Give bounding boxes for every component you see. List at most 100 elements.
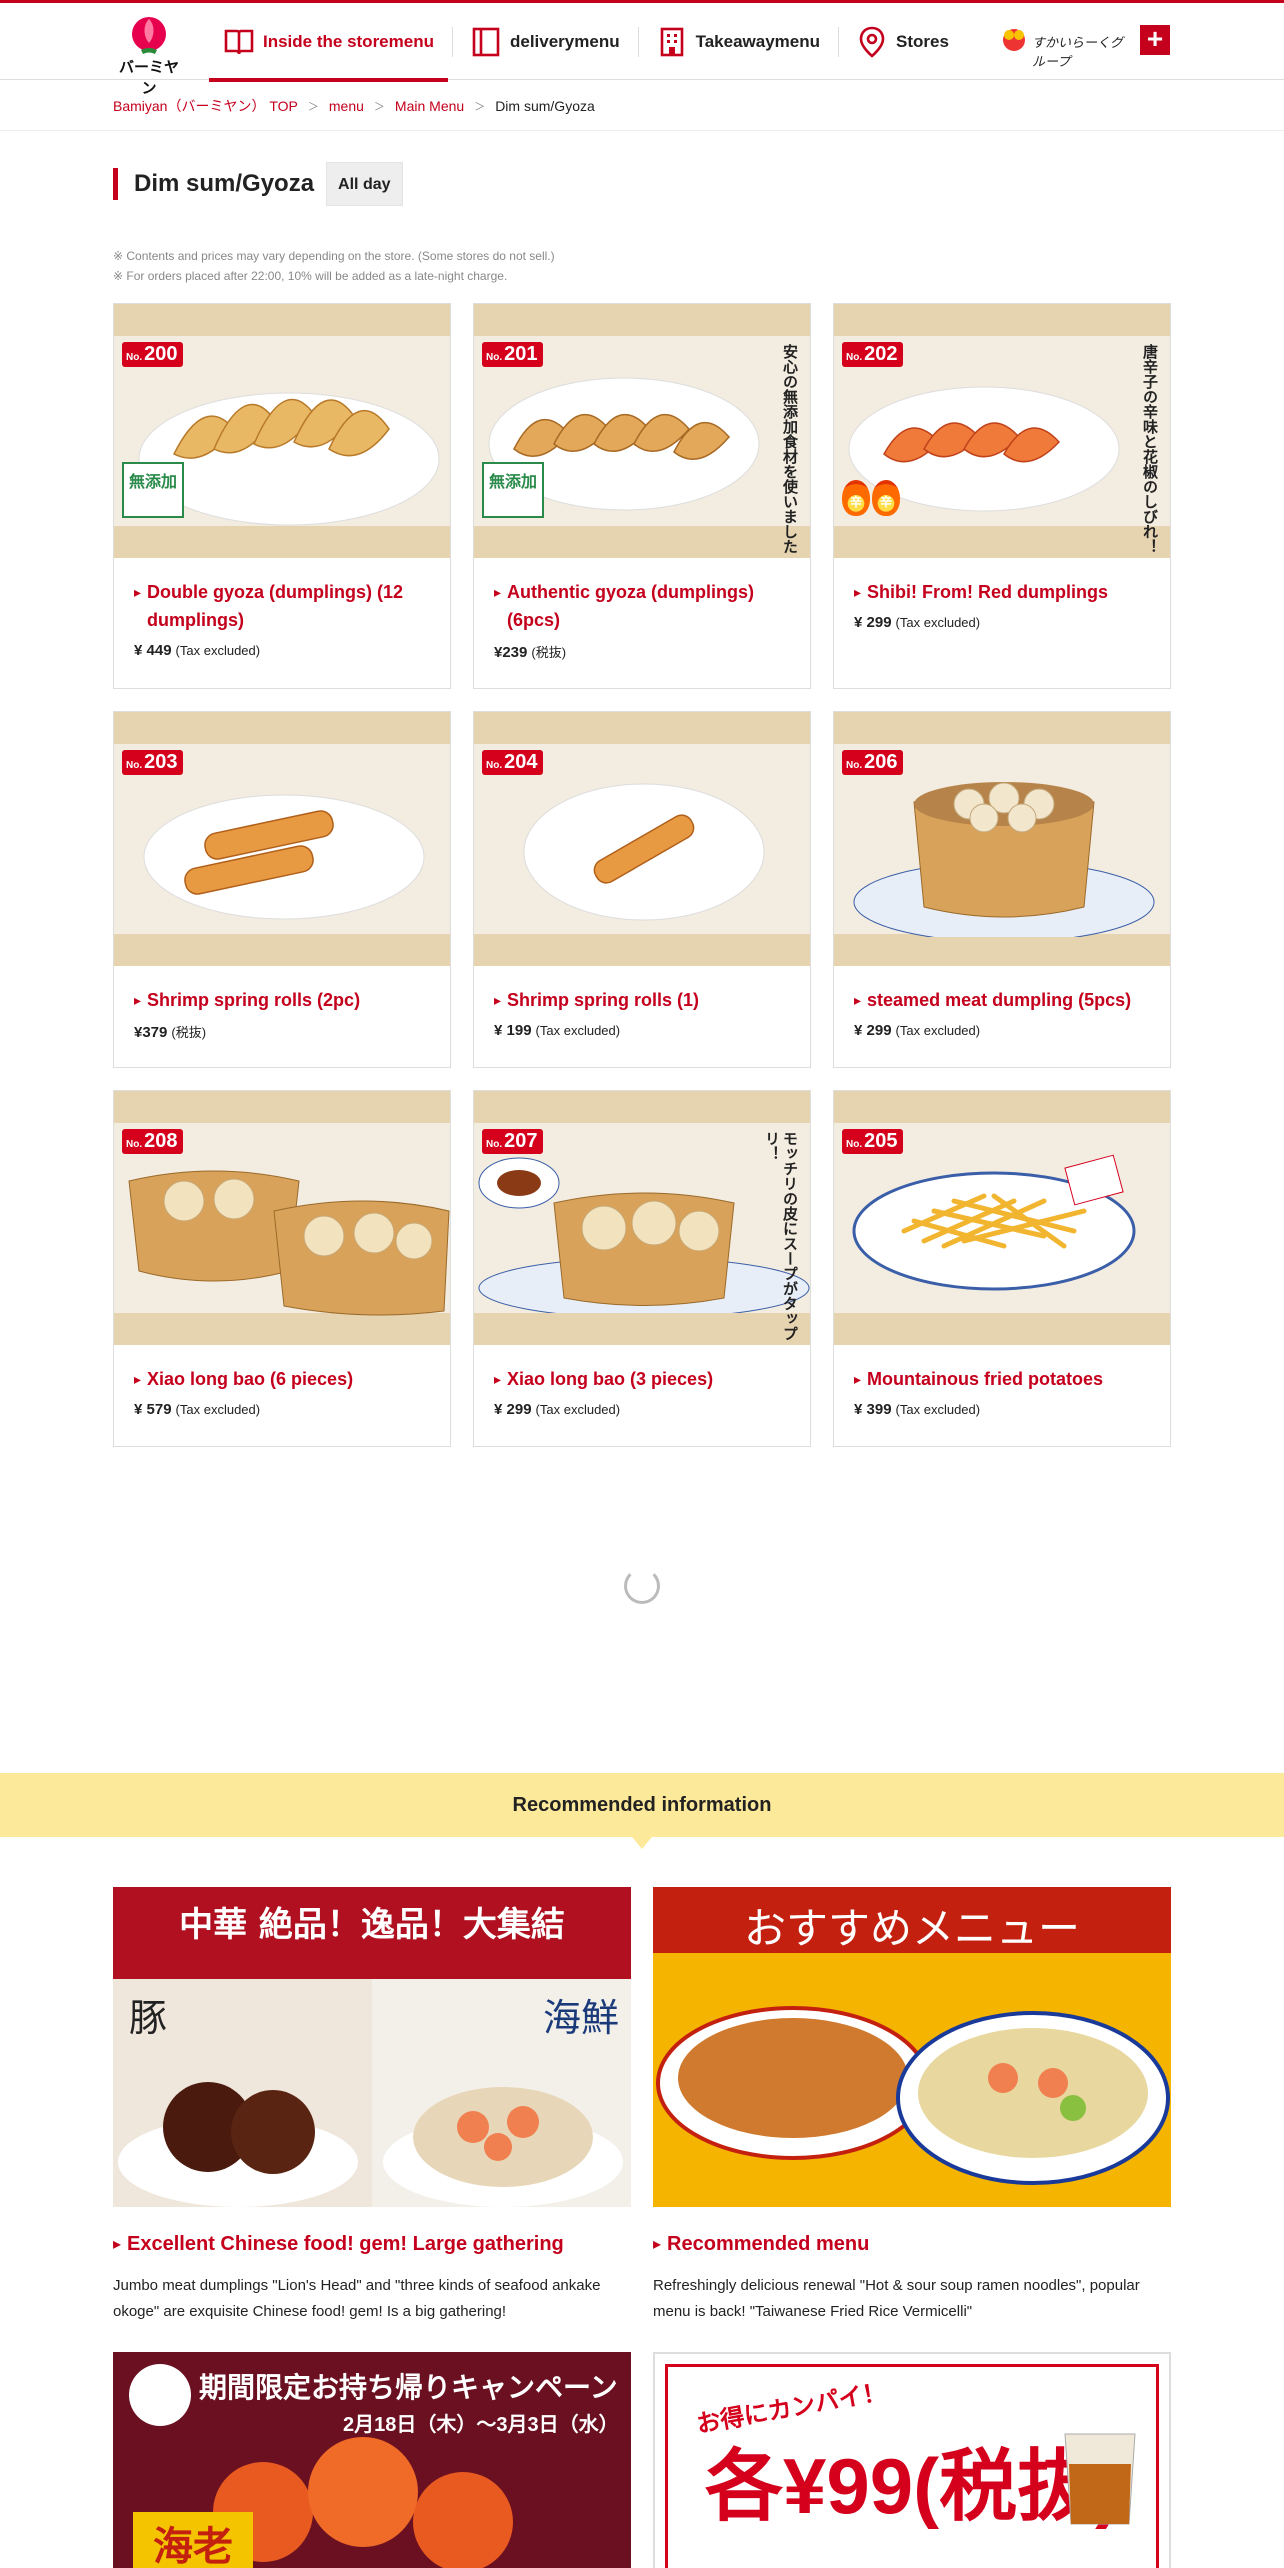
item-price: ¥239 (税抜) xyxy=(494,644,567,661)
item-name[interactable]: Shrimp spring rolls (2pc) xyxy=(134,986,432,1014)
additive-free-badge: 無添加 xyxy=(482,462,544,518)
banner-image[interactable]: お得にカンパイ！ 各¥99(税抜) xyxy=(653,2352,1171,2568)
page-title-text: Dim sum/Gyoza xyxy=(134,170,315,197)
menu-image: No. 200 無添加 xyxy=(114,304,450,558)
nav-label: deliverymenu xyxy=(509,31,620,51)
menu-card[interactable]: No.202 唐辛子の辛味と花椒のしびれ！ 辛辛 Shibi! From! Re… xyxy=(833,303,1171,689)
banner-title: 中華 絶品！逸品！大集結 xyxy=(179,1905,565,1945)
item-number: No. 201 xyxy=(482,342,544,367)
banner-image[interactable]: おすすめメニュー xyxy=(653,1887,1171,2207)
menu-image: No. 202 唐辛子の辛味と花椒のしびれ！ 辛辛 xyxy=(834,304,1170,558)
item-number: No. 202 xyxy=(842,342,904,367)
nav-stores[interactable]: Stores xyxy=(838,3,967,80)
group-logo-text: すかいらーくグループ xyxy=(1032,36,1124,70)
item-catchphrase: モッチリの皮にスープがタップリ！ xyxy=(763,1131,798,1341)
nav-label: Inside the storemenu xyxy=(263,31,434,51)
recommended-item[interactable]: 中華 絶品！逸品！大集結 豚 海鮮 Excellent Chinese food… xyxy=(113,1887,631,2325)
recommended-item[interactable]: お得にカンパイ！ 各¥99(税抜) xyxy=(653,2352,1171,2568)
book-icon xyxy=(223,26,255,58)
menu-card[interactable]: No.204 Shrimp spring rolls (1) ¥ 199(Tax… xyxy=(473,711,811,1068)
book-outline-icon xyxy=(470,26,502,58)
item-name[interactable]: steamed meat dumpling (5pcs) xyxy=(854,986,1152,1014)
spicy-icon: 辛辛 xyxy=(842,480,900,516)
loading-spinner-icon xyxy=(624,1568,660,1604)
breadcrumb: Bamiyan（バーミヤン） TOP ＞ menu ＞ Main Menu ＞ … xyxy=(113,96,595,116)
nav-inside-store-menu[interactable]: Inside the storemenu xyxy=(205,3,452,82)
page-title: Dim sum/Gyoza All day xyxy=(113,162,403,206)
menu-card[interactable]: No.203 Shrimp spring rolls (2pc) ¥379(税抜… xyxy=(113,711,451,1068)
menu-image: No. 205 xyxy=(834,1091,1170,1345)
item-name[interactable]: Mountainous fried potatoes xyxy=(854,1365,1152,1393)
skylark-group-logo[interactable]: すかいらーくグループ xyxy=(998,21,1130,70)
item-number: No. 207 xyxy=(482,1129,544,1154)
building-icon xyxy=(656,26,688,58)
recommended-title[interactable]: Excellent Chinese food! gem! Large gathe… xyxy=(113,2233,631,2257)
item-name[interactable]: Shrimp spring rolls (1) xyxy=(494,986,792,1014)
time-tag: All day xyxy=(326,162,403,206)
note-line: ※ For orders placed after 22:00, 10% wil… xyxy=(113,269,508,283)
breadcrumb-separator-icon: ＞ xyxy=(373,101,385,113)
menu-card[interactable]: No.201 安心の無添加食材を使いました 無添加 Authentic gyoz… xyxy=(473,303,811,689)
menu-card[interactable]: No.205 Mountainous fried potatoes ¥ 399(… xyxy=(833,1090,1171,1447)
menu-image: No. 207 モッチリの皮にスープがタップリ！ xyxy=(474,1091,810,1345)
open-menu-plus-button[interactable]: + xyxy=(1140,25,1170,55)
item-catchphrase: 唐辛子の辛味と花椒のしびれ！ xyxy=(1141,344,1158,554)
item-name[interactable]: Xiao long bao (3 pieces) xyxy=(494,1365,792,1393)
nav-label: Stores xyxy=(896,31,949,51)
recommended-heading: Recommended information xyxy=(0,1773,1284,1849)
main-nav: Inside the storemenu deliverymenu Takeaw… xyxy=(205,3,967,82)
item-number: No. 205 xyxy=(842,1129,904,1154)
banner-title: 期間限定お持ち帰りキャンペーン xyxy=(199,2372,618,2403)
menu-card[interactable]: No.208 Xiao long bao (6 pieces) ¥ 579(Ta… xyxy=(113,1090,451,1447)
item-price: ¥379 (税抜) xyxy=(134,1024,207,1041)
item-name[interactable]: Authentic gyoza (dumplings) (6pcs) xyxy=(494,578,792,634)
banner-title: おすすめメニュー xyxy=(743,1904,1080,1953)
nav-label: Takeawaymenu xyxy=(695,31,821,51)
item-price: ¥ 579 (Tax excluded) xyxy=(134,1401,261,1418)
menu-image: No. 206 xyxy=(834,712,1170,966)
item-catchphrase: 安心の無添加食材を使いました xyxy=(781,344,798,554)
menu-image: No. 201 安心の無添加食材を使いました 無添加 xyxy=(474,304,810,558)
menu-card[interactable]: No.200 無添加 Double gyoza (dumplings) (12 … xyxy=(113,303,451,689)
recommended-title[interactable]: Recommended menu xyxy=(653,2233,1171,2257)
menu-card[interactable]: No.207 モッチリの皮にスープがタップリ！ Xiao long bao (3… xyxy=(473,1090,811,1447)
item-number: No. 208 xyxy=(122,1129,184,1154)
breadcrumb-separator-icon: ＞ xyxy=(307,101,319,113)
menu-image: No. 208 xyxy=(114,1091,450,1345)
nav-takeaway-menu[interactable]: Takeawaymenu xyxy=(637,3,838,80)
breadcrumb-menu[interactable]: menu xyxy=(329,98,364,114)
map-pin-icon xyxy=(856,26,888,58)
item-price: ¥ 199 (Tax excluded) xyxy=(494,1022,621,1039)
item-price: ¥ 299 (Tax excluded) xyxy=(494,1401,621,1418)
item-number: No. 204 xyxy=(482,750,544,775)
banner-image[interactable]: 期間限定お持ち帰りキャンペーン 2月18日（木）〜3月3日（水）まで 海老 xyxy=(113,2352,631,2568)
menu-card[interactable]: No.206 steamed meat dumpling (5pcs) ¥ 29… xyxy=(833,711,1171,1068)
logo-text: バーミヤン xyxy=(118,59,179,97)
item-name[interactable]: Shibi! From! Red dumplings xyxy=(854,578,1152,606)
recommended-item[interactable]: 期間限定お持ち帰りキャンペーン 2月18日（木）〜3月3日（水）まで 海老 xyxy=(113,2352,631,2568)
breadcrumb-current: Dim sum/Gyoza xyxy=(495,98,595,114)
recommended-item[interactable]: おすすめメニュー Recommended menu Refreshingly d… xyxy=(653,1887,1171,2325)
banner-image[interactable]: 中華 絶品！逸品！大集結 豚 海鮮 xyxy=(113,1887,631,2207)
breadcrumb-top[interactable]: Bamiyan（バーミヤン） TOP xyxy=(113,96,298,116)
divider xyxy=(0,130,1284,131)
banner-logo-icon xyxy=(129,2364,191,2426)
item-name[interactable]: Double gyoza (dumplings) (12 dumplings) xyxy=(134,578,432,634)
recommended-description: Jumbo meat dumplings "Lion's Head" and "… xyxy=(113,2277,601,2320)
notes: ※ Contents and prices may vary depending… xyxy=(113,246,555,286)
item-price: ¥ 399 (Tax excluded) xyxy=(854,1401,981,1418)
nav-delivery-menu[interactable]: deliverymenu xyxy=(451,3,638,80)
menu-image: No. 203 xyxy=(114,712,450,966)
bamiyan-logo[interactable]: バーミヤン xyxy=(113,10,185,97)
item-number: No. 203 xyxy=(122,750,184,775)
recommended-description: Refreshingly delicious renewal "Hot & so… xyxy=(653,2277,1140,2320)
item-price: ¥ 449 (Tax excluded) xyxy=(134,642,261,659)
item-number: No. 206 xyxy=(842,750,904,775)
note-line: ※ Contents and prices may vary depending… xyxy=(113,249,555,263)
breadcrumb-main-menu[interactable]: Main Menu xyxy=(395,98,464,114)
site-header: バーミヤン Inside the storemenu deliverymenu … xyxy=(0,0,1284,97)
breadcrumb-separator-icon: ＞ xyxy=(474,101,486,113)
banner-corner-label: 海老 xyxy=(133,2512,253,2568)
item-name[interactable]: Xiao long bao (6 pieces) xyxy=(134,1365,432,1393)
item-number: No. 200 xyxy=(122,342,184,367)
